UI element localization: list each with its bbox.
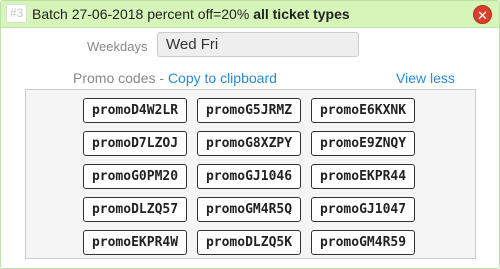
promo-label-text: Promo codes - (73, 70, 168, 86)
title-bold: all ticket types (253, 6, 350, 22)
promo-code-chip[interactable]: promoG8XZPY (197, 131, 301, 156)
promo-code-chip[interactable]: promoGM4R59 (311, 230, 415, 255)
close-icon[interactable]: ✕ (473, 5, 492, 24)
promo-code-chip[interactable]: promoG5JRMZ (197, 98, 301, 123)
promo-code-chip[interactable]: promoDLZQ5K (197, 230, 301, 255)
promo-code-chip[interactable]: promoD7LZOJ (83, 131, 187, 156)
promo-code-chip[interactable]: promoE9ZNQY (311, 131, 415, 156)
copy-to-clipboard-link[interactable]: Copy to clipboard (168, 70, 277, 86)
promo-batch-panel: #3 Batch 27-06-2018 percent off=20% all … (0, 0, 500, 269)
promo-code-chip[interactable]: promoD4W2LR (83, 98, 187, 123)
promo-codes-label: Promo codes - Copy to clipboard (73, 70, 277, 86)
promo-code-chip[interactable]: promoEKPR44 (311, 164, 415, 189)
promo-code-chip[interactable]: promoEKPR4W (83, 230, 187, 255)
panel-header: #3 Batch 27-06-2018 percent off=20% all … (1, 1, 499, 28)
weekdays-label: Weekdays (87, 39, 148, 54)
promo-codes-list: promoD4W2LR promoG5JRMZ promoE6KXNK promoD7… (25, 89, 476, 259)
promo-code-chip[interactable]: promoGJ1046 (197, 164, 301, 189)
promo-code-chip[interactable]: promoG0PM20 (83, 164, 187, 189)
view-less-link[interactable]: View less (396, 70, 455, 86)
panel-title: Batch 27-06-2018 percent off=20% all tic… (32, 6, 350, 22)
promo-code-chip[interactable]: promoE6KXNK (311, 98, 415, 123)
weekdays-field[interactable]: Wed Fri (157, 32, 359, 57)
index-badge: #3 (6, 4, 27, 23)
title-prefix: Batch 27-06-2018 percent off=20% (32, 6, 250, 22)
promo-code-chip[interactable]: promoGJ1047 (311, 197, 415, 222)
promo-code-chip[interactable]: promoGM4R5Q (197, 197, 301, 222)
promo-code-chip[interactable]: promoDLZQ57 (83, 197, 187, 222)
